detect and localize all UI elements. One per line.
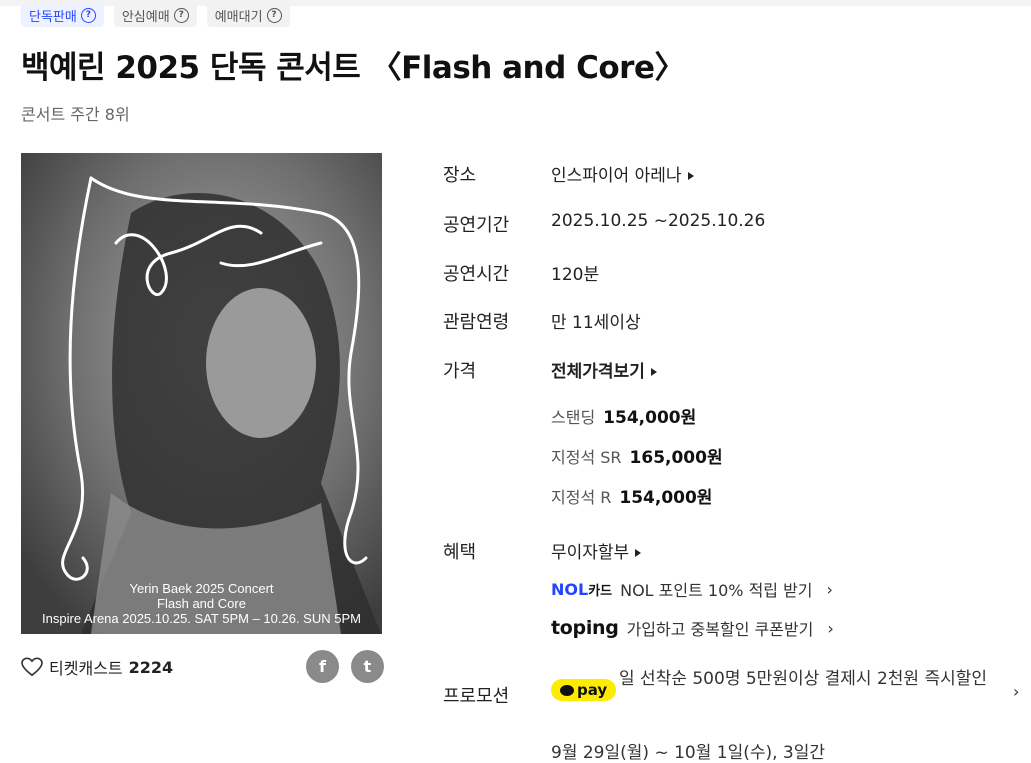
price-amount: 165,000원 — [629, 448, 723, 468]
chevron-right-icon: › — [827, 618, 834, 638]
price-amount: 154,000원 — [603, 408, 697, 428]
price-row: 지정석 R 154,000원 — [551, 483, 712, 508]
runtime-value: 120분 — [551, 265, 600, 285]
caret-right-icon — [687, 172, 694, 180]
sale-badges: 단독판매 ? 안심예매 ? 예매대기 ? — [21, 3, 290, 27]
toping-benefit[interactable]: toping 가입하고 중복할인 쿠폰받기 › — [551, 616, 834, 640]
twitter-icon: t — [363, 657, 372, 676]
promotion-text[interactable]: 일 선착순 500명 5만원이상 결제시 2천원 즉시할인 — [619, 666, 1001, 693]
runtime-label: 공연시간 — [443, 264, 510, 285]
poster-caption-line: Flash and Core — [157, 596, 246, 611]
period-value: 2025.10.25 ~2025.10.26 — [551, 211, 766, 231]
toping-benefit-text: 가입하고 중복할인 쿠폰받기 — [626, 620, 814, 639]
badge-safe-booking-label: 안심예매 — [121, 9, 170, 25]
poster-image[interactable]: Yerin Baek 2025 Concert Flash and Core I… — [21, 153, 382, 634]
badge-safe-booking[interactable]: 안심예매 ? — [113, 3, 197, 27]
caret-right-icon — [635, 549, 642, 557]
badge-exclusive-label: 단독판매 — [29, 9, 77, 25]
facebook-share-button[interactable]: f — [306, 650, 339, 683]
price-seat-name: 지정석 R — [551, 488, 612, 507]
badge-exclusive[interactable]: 단독판매 ? — [21, 3, 104, 27]
venue-label: 장소 — [443, 165, 477, 186]
venue-link[interactable]: 인스파이어 아레나 — [551, 161, 694, 186]
help-icon[interactable]: ? — [80, 7, 96, 23]
poster-caption-line: Yerin Baek 2025 Concert — [129, 581, 274, 596]
price-amount: 154,000원 — [619, 488, 713, 508]
badge-waitlist[interactable]: 예매대기 ? — [206, 3, 290, 27]
price-row: 지정석 SR 165,000원 — [551, 443, 723, 468]
chevron-right-icon: › — [826, 579, 833, 599]
ranking-label[interactable]: 콘서트 주간 8위 — [21, 101, 130, 125]
view-all-prices-link[interactable]: 전체가격보기 — [551, 357, 657, 382]
benefit-label: 혜택 — [443, 542, 477, 563]
age-label: 관람연령 — [443, 312, 510, 333]
nol-card-text: 카드 — [588, 583, 613, 599]
price-row: 스탠딩 154,000원 — [551, 403, 696, 428]
age-value: 만 11세이상 — [551, 313, 641, 333]
nol-card-benefit[interactable]: NOL카드 NOL 포인트 10% 적립 받기 › — [551, 577, 833, 601]
nol-benefit-text: NOL 포인트 10% 적립 받기 — [620, 581, 813, 600]
price-seat-name: 스탠딩 — [551, 408, 596, 427]
badge-waitlist-label: 예매대기 — [214, 9, 263, 25]
poster-caption-line: Inspire Arena 2025.10.25. SAT 5PM – 10.2… — [42, 611, 361, 626]
ticketcast-label: 티켓캐스트 — [49, 659, 123, 678]
page-title: 백예린 2025 단독 콘서트 〈Flash and Core〉 — [21, 50, 685, 86]
help-icon[interactable]: ? — [173, 7, 189, 23]
installment-value: 무이자할부 — [551, 543, 630, 563]
kakaopay-logo: pay — [551, 679, 617, 701]
ticketcast-count: 2224 — [128, 657, 174, 677]
nol-logo-text: NOL — [551, 579, 589, 599]
share-buttons: f t — [306, 650, 384, 683]
heart-icon[interactable] — [21, 657, 43, 677]
installment-link[interactable]: 무이자할부 — [551, 538, 642, 563]
price-seat-name: 지정석 SR — [551, 448, 622, 467]
toping-logo: toping — [551, 617, 619, 639]
chevron-right-icon[interactable]: › — [1013, 682, 1019, 701]
kakao-bubble-icon — [560, 684, 574, 696]
period-label: 공연기간 — [443, 215, 510, 236]
help-icon[interactable]: ? — [266, 7, 282, 23]
caret-right-icon — [650, 368, 657, 376]
facebook-icon: f — [319, 657, 326, 676]
poster-artwork — [21, 153, 382, 634]
price-label: 가격 — [443, 361, 477, 382]
twitter-share-button[interactable]: t — [351, 650, 384, 683]
ticketcast-favorite[interactable]: 티켓캐스트 2224 — [21, 655, 173, 679]
promotion-period: 9월 29일(월) ~ 10월 1일(수), 3일간 — [551, 743, 826, 763]
venue-value: 인스파이어 아레나 — [551, 166, 682, 186]
promotion-label: 프로모션 — [443, 686, 510, 707]
kakaopay-label: pay — [577, 681, 608, 699]
poster-caption: Yerin Baek 2025 Concert Flash and Core I… — [21, 581, 382, 626]
nol-card-logo: NOL카드 — [551, 580, 612, 599]
view-all-prices-label: 전체가격보기 — [551, 362, 645, 382]
